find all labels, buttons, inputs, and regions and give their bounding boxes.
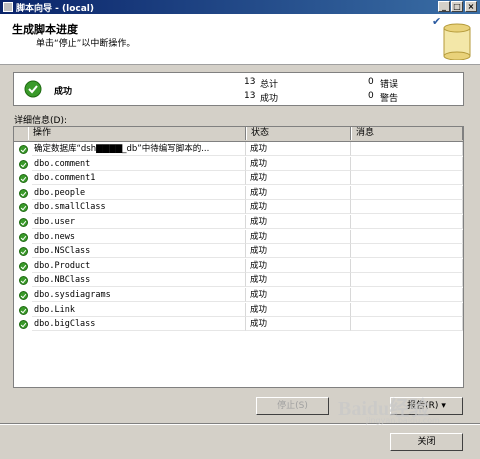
success-icon [19, 247, 28, 257]
cell-action: dbo.people [32, 185, 246, 200]
warning-count: 0 [368, 91, 374, 101]
cell-status: 成功 [246, 302, 351, 317]
success-count: 13 [244, 91, 256, 101]
page-subtitle: 单击“停止”以中断操作。 [36, 39, 136, 49]
cell-status: 成功 [246, 273, 351, 288]
page-title: 生成脚本进度 [12, 23, 78, 36]
success-icon [19, 232, 28, 242]
column-header-action[interactable]: 操作 [28, 127, 246, 140]
cell-action: dbo.comment1 [32, 171, 246, 186]
column-header-status[interactable]: 状态 [246, 127, 351, 140]
cell-status: 成功 [246, 156, 351, 171]
success-icon [19, 203, 28, 213]
cell-message [351, 258, 463, 273]
table-row[interactable]: dbo.news 成功 [14, 229, 463, 244]
cell-message [351, 171, 463, 186]
table-row[interactable]: dbo.NBClass 成功 [14, 273, 463, 288]
cell-status: 成功 [246, 171, 351, 186]
cell-status: 成功 [246, 229, 351, 244]
stop-button[interactable]: 停止(S) [256, 397, 329, 415]
success-icon [19, 261, 28, 271]
details-label: 详细信息(D): [14, 116, 67, 126]
cell-message [351, 185, 463, 200]
cell-status: 成功 [246, 288, 351, 302]
cell-status: 成功 [246, 200, 351, 215]
wizard-scroll-icon [443, 23, 471, 60]
table-row[interactable]: dbo.bigClass 成功 [14, 317, 463, 332]
title-bar: 脚本向导 - (local) _ □ × [0, 0, 480, 14]
cell-action: dbo.news [32, 229, 246, 244]
cell-status: 成功 [246, 185, 351, 200]
cell-action: dbo.NBClass [32, 273, 246, 288]
cell-action: dbo.sysdiagrams [32, 288, 246, 302]
table-row[interactable]: 确定数据库“dsh▇▇▇▇_db”中待编写脚本的... 成功 [14, 142, 463, 156]
table-row[interactable]: dbo.comment1 成功 [14, 171, 463, 186]
cell-message [351, 200, 463, 215]
table-row[interactable]: dbo.people 成功 [14, 185, 463, 200]
success-icon [19, 145, 28, 154]
total-label: 总计 [260, 80, 279, 90]
cell-message [351, 156, 463, 171]
success-icon [24, 80, 42, 98]
summary-status: 成功 [54, 87, 73, 97]
cell-status: 成功 [246, 244, 351, 259]
cell-message [351, 229, 463, 244]
cell-action: dbo.smallClass [32, 200, 246, 215]
success-icon [19, 218, 28, 227]
table-row[interactable]: dbo.Link 成功 [14, 302, 463, 317]
cell-message [351, 142, 463, 156]
warning-label: 警告 [380, 94, 399, 104]
app-icon [3, 2, 13, 12]
details-grid[interactable]: 操作 状态 消息 确定数据库“dsh▇▇▇▇_db”中待编写脚本的... 成功 db… [13, 126, 464, 388]
close-window-button[interactable]: × [465, 1, 477, 12]
column-header-message[interactable]: 消息 [351, 127, 463, 140]
cell-message [351, 288, 463, 302]
error-count: 0 [368, 77, 374, 87]
cell-status: 成功 [246, 215, 351, 229]
cell-action: dbo.Link [32, 302, 246, 317]
cell-action: dbo.Product [32, 258, 246, 273]
cell-status: 成功 [246, 142, 351, 156]
table-row[interactable]: dbo.user 成功 [14, 215, 463, 229]
cell-status: 成功 [246, 317, 351, 332]
success-icon [19, 276, 28, 286]
success-icon [19, 291, 28, 300]
cell-message [351, 317, 463, 332]
error-label: 错误 [380, 80, 399, 90]
table-row[interactable]: dbo.sysdiagrams 成功 [14, 288, 463, 302]
cell-action: dbo.comment [32, 156, 246, 171]
cell-message [351, 244, 463, 259]
success-icon [19, 174, 28, 184]
grid-header: 操作 状态 消息 [14, 127, 463, 142]
total-count: 13 [244, 77, 256, 87]
table-row[interactable]: dbo.smallClass 成功 [14, 200, 463, 215]
cell-action: dbo.bigClass [32, 317, 246, 332]
minimize-button[interactable]: _ [438, 1, 450, 12]
success-icon [19, 159, 28, 169]
cell-message [351, 215, 463, 229]
watermark-url: jingyan.baidu.com [366, 416, 440, 425]
table-row[interactable]: dbo.comment 成功 [14, 156, 463, 171]
maximize-button[interactable]: □ [451, 1, 463, 12]
cell-status: 成功 [246, 258, 351, 273]
wizard-header: 生成脚本进度 单击“停止”以中断操作。 ✔ [0, 14, 480, 65]
close-button[interactable]: 关闭 [390, 433, 463, 451]
summary-panel: 成功 13 总计 13 成功 0 错误 0 警告 [13, 72, 464, 106]
cell-action: dbo.user [32, 215, 246, 229]
window-title: 脚本向导 - (local) [16, 4, 94, 14]
success-icon [19, 320, 28, 330]
success-icon [19, 305, 28, 315]
dropdown-arrow-icon: ▾ [441, 401, 446, 411]
success-label: 成功 [260, 94, 279, 104]
table-row[interactable]: dbo.NSClass 成功 [14, 244, 463, 259]
cell-message [351, 273, 463, 288]
cell-action: dbo.NSClass [32, 244, 246, 259]
table-row[interactable]: dbo.Product 成功 [14, 258, 463, 273]
cell-message [351, 302, 463, 317]
cell-action: 确定数据库“dsh▇▇▇▇_db”中待编写脚本的... [32, 142, 246, 156]
success-icon [19, 188, 28, 198]
